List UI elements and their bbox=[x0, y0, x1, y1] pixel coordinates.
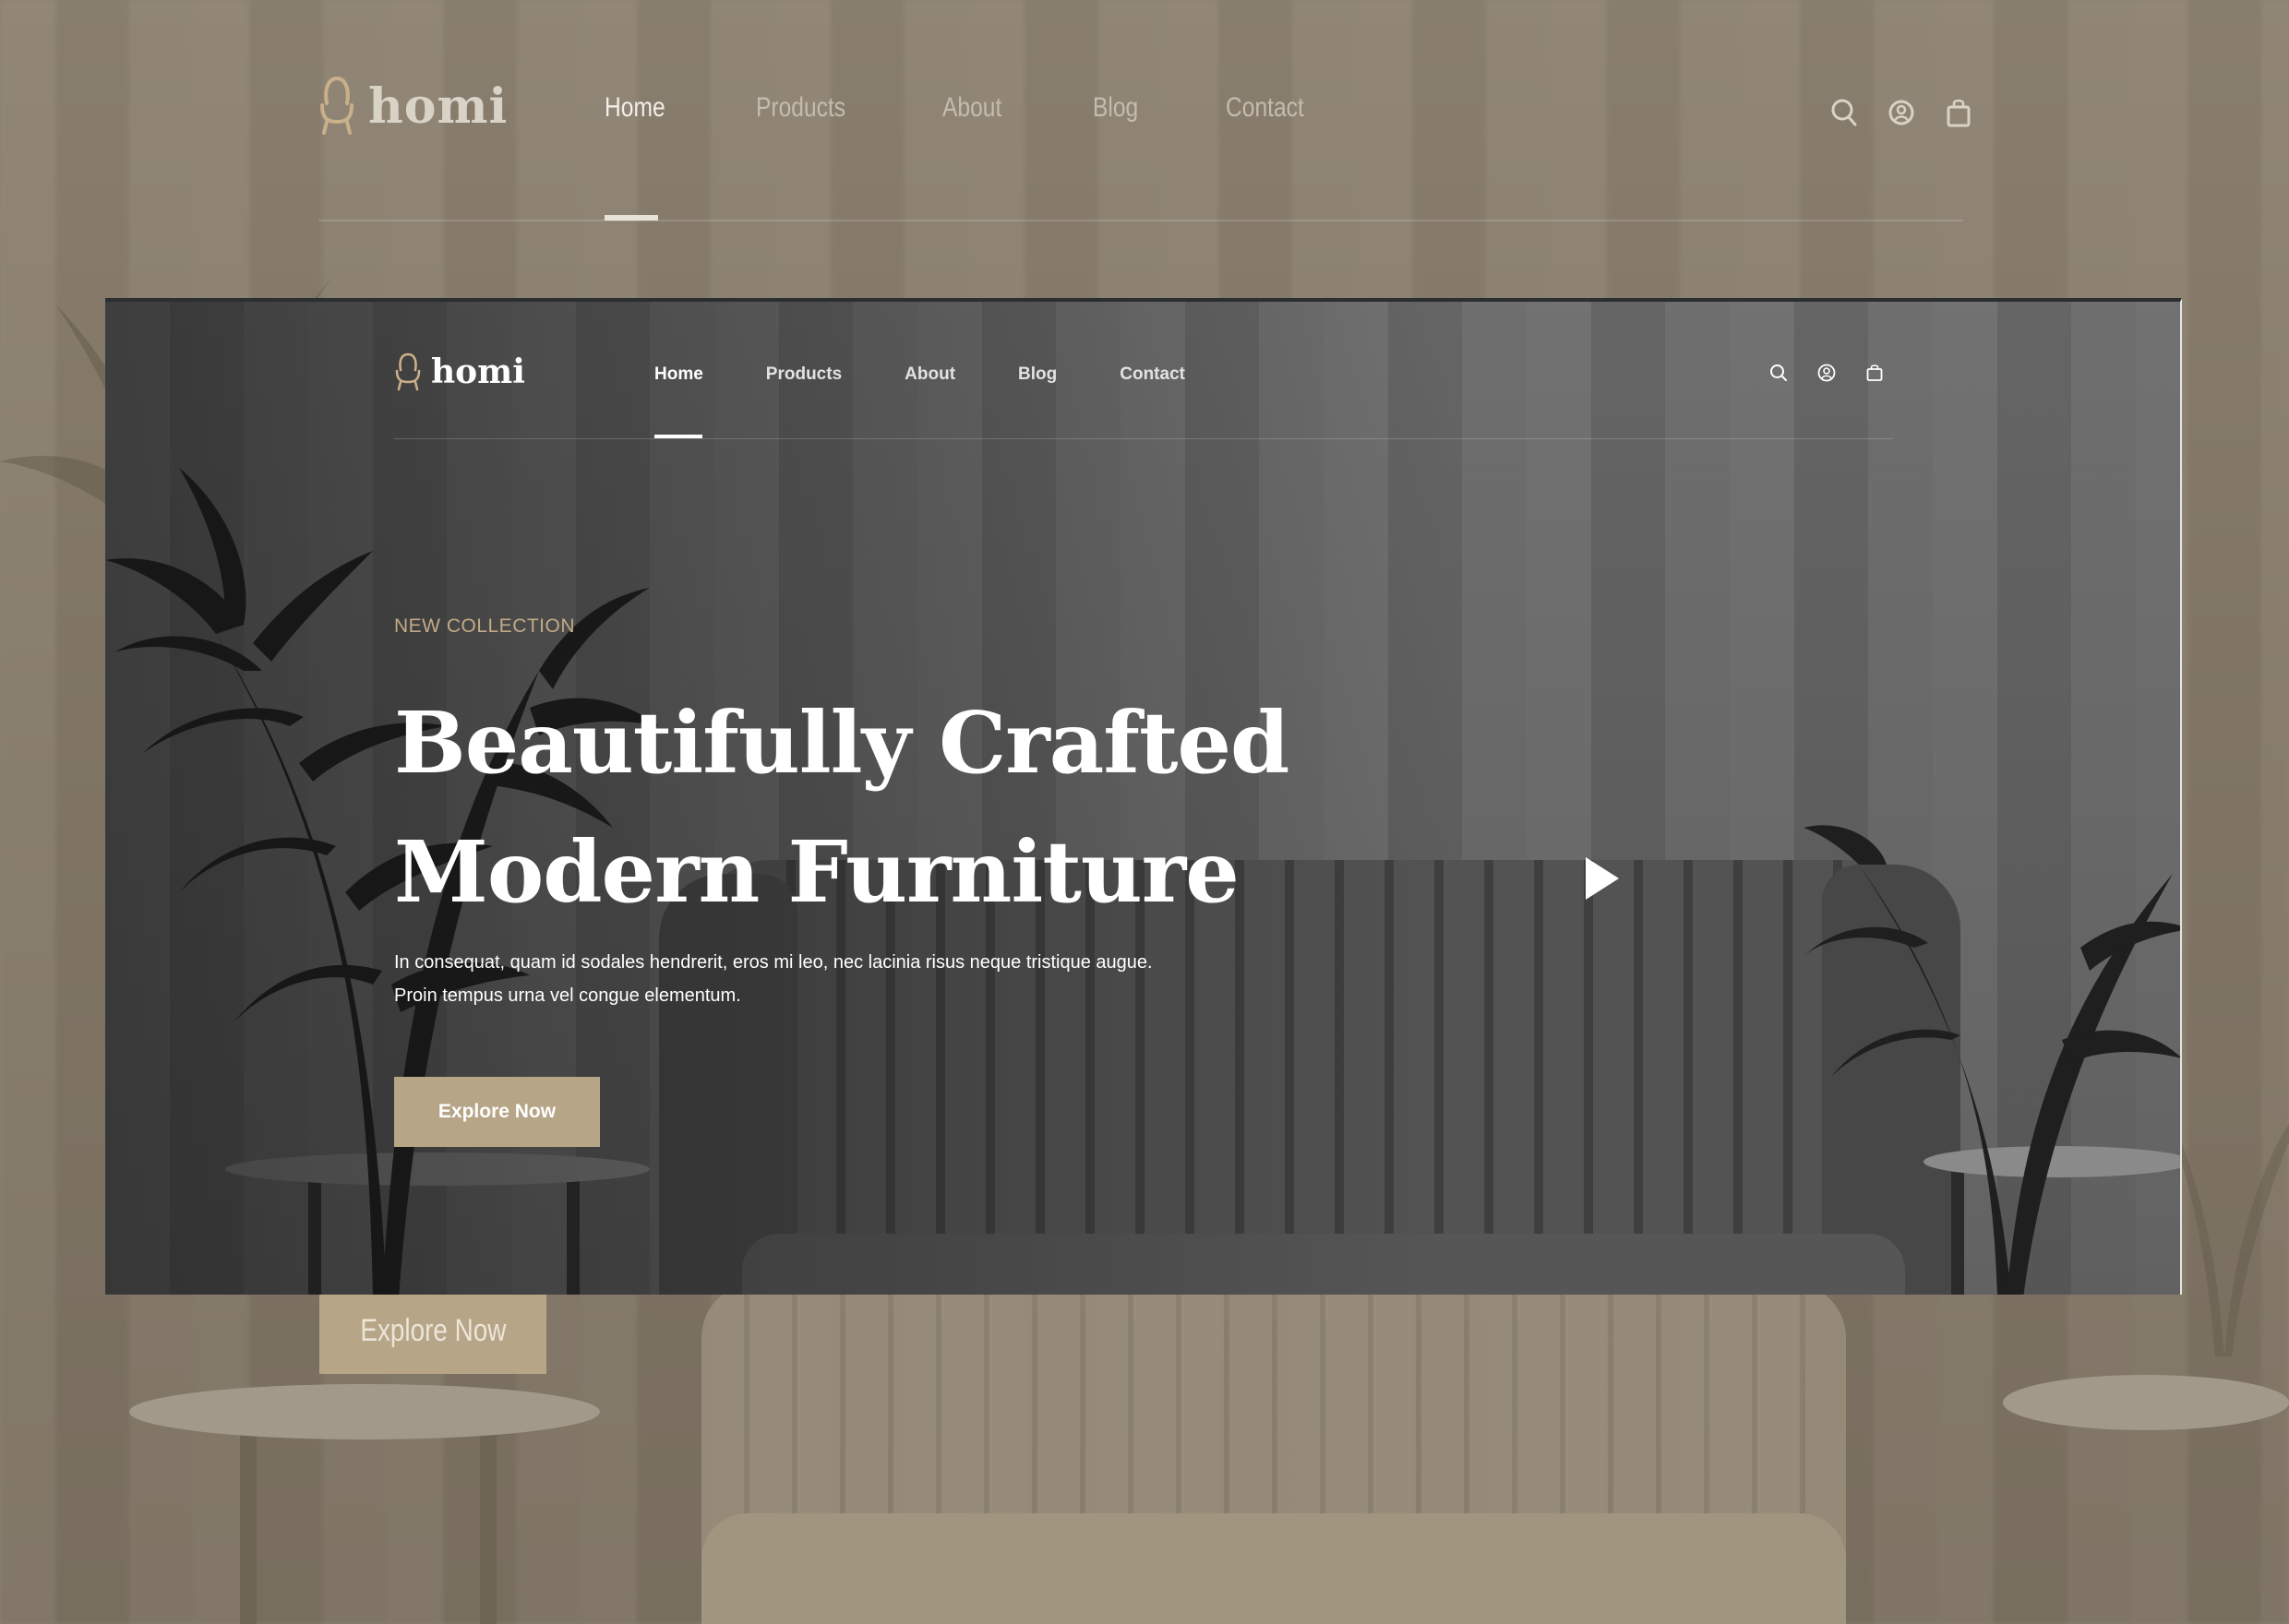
background-header: homi Home Products About Blog Contact bbox=[0, 0, 2289, 295]
user-icon bbox=[1888, 100, 1914, 125]
background-nav-products: Products bbox=[756, 92, 846, 123]
hero-description: In consequat, quam id sodales hendrerit,… bbox=[394, 946, 1225, 1012]
nav-home[interactable]: Home bbox=[654, 364, 703, 385]
background-nav-blog: Blog bbox=[1092, 92, 1139, 123]
background-nav-about: About bbox=[942, 92, 1002, 123]
background-side-table bbox=[129, 1384, 600, 1439]
header-divider bbox=[394, 438, 1893, 439]
hero-title-line2: Modern Furniture bbox=[394, 822, 1240, 922]
shopping-bag-icon[interactable] bbox=[1864, 363, 1885, 383]
nav-blog[interactable]: Blog bbox=[1018, 364, 1057, 385]
explore-now-button[interactable]: Explore Now bbox=[394, 1077, 600, 1147]
background-nav: Home Products About Blog Contact bbox=[605, 92, 1398, 124]
background-header-icons bbox=[1830, 96, 1972, 129]
play-icon[interactable] bbox=[1573, 846, 1628, 911]
background-header-divider bbox=[318, 220, 1963, 221]
background-logo-text: homi bbox=[368, 78, 509, 135]
armchair-logo-icon bbox=[320, 76, 354, 135]
background-table-leg bbox=[480, 1421, 497, 1624]
background-nav-home: Home bbox=[605, 92, 665, 123]
shopping-bag-icon bbox=[1947, 99, 1971, 127]
background-sofa-seat bbox=[701, 1513, 1846, 1624]
hero-description-line2: Proin tempus urna vel congue elementum. bbox=[394, 985, 741, 1006]
header-actions bbox=[1768, 363, 1885, 383]
background-explore-label: Explore Now bbox=[359, 1312, 507, 1348]
hero-description-line1: In consequat, quam id sodales hendrerit,… bbox=[394, 952, 1153, 973]
main-nav: Home Products About Blog Contact bbox=[654, 364, 1248, 385]
background-table-leg bbox=[240, 1421, 257, 1624]
hero-eyebrow: NEW COLLECTION bbox=[394, 615, 576, 637]
site-logo-text: homi bbox=[431, 352, 525, 391]
hero-title-line1: Beautifully Crafted bbox=[394, 693, 1289, 793]
background-explore-button: Explore Now bbox=[319, 1287, 546, 1374]
nav-products[interactable]: Products bbox=[766, 364, 842, 385]
search-icon bbox=[1831, 99, 1857, 126]
background-side-table-right bbox=[2003, 1375, 2289, 1430]
user-icon[interactable] bbox=[1816, 363, 1837, 383]
search-icon[interactable] bbox=[1768, 363, 1789, 383]
armchair-logo-icon bbox=[395, 352, 421, 391]
nav-contact[interactable]: Contact bbox=[1120, 364, 1185, 385]
site-logo[interactable]: homi bbox=[394, 352, 525, 391]
hero-title: Beautifully Crafted Modern Furniture bbox=[394, 678, 1317, 937]
hero-screenshot: homi Home Products About Blog Contact NE… bbox=[105, 298, 2182, 1295]
background-logo: homi bbox=[318, 76, 508, 137]
background-nav-contact: Contact bbox=[1225, 92, 1304, 123]
nav-about[interactable]: About bbox=[905, 364, 955, 385]
